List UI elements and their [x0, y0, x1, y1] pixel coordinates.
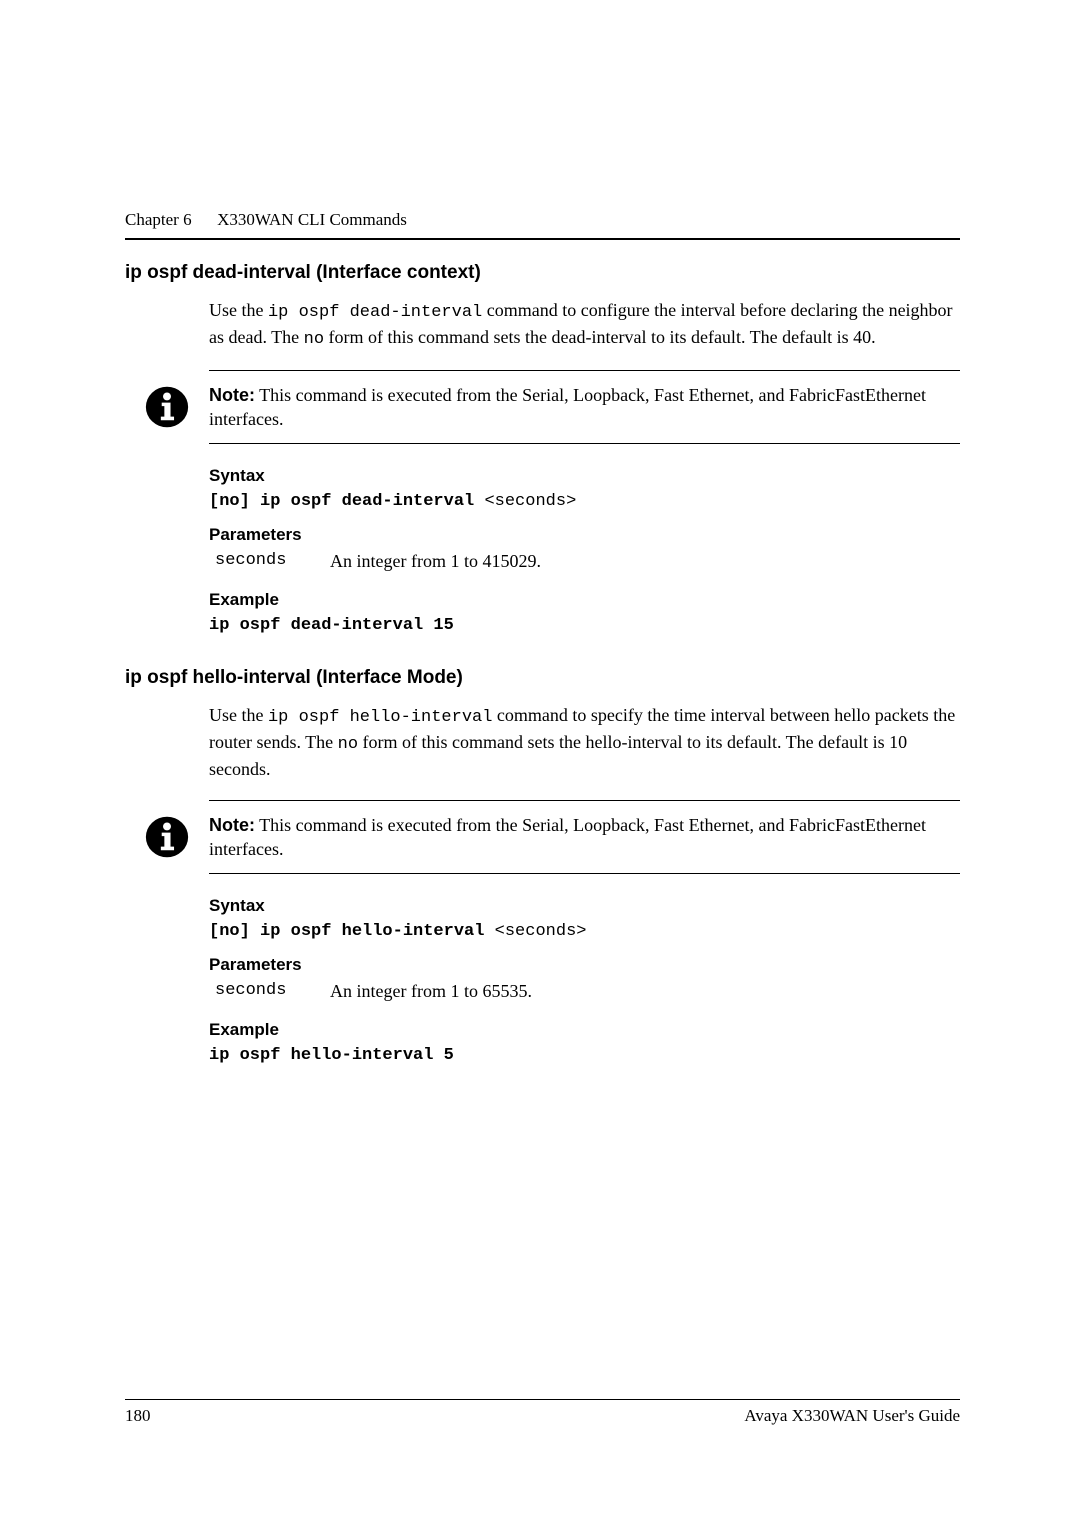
- note-body: This command is executed from the Serial…: [209, 385, 926, 429]
- intro-text: Use the: [209, 705, 268, 725]
- section-intro: Use the ip ospf hello-interval command t…: [209, 703, 960, 781]
- footer-rule: [125, 1399, 960, 1400]
- syntax-line: [no] ip ospf dead-interval <seconds>: [209, 492, 960, 511]
- syntax-arg: <seconds>: [484, 922, 586, 941]
- parameters-heading: Parameters: [209, 955, 960, 975]
- note-text: Note: This command is executed from the …: [209, 383, 960, 432]
- note-label: Note:: [209, 815, 255, 835]
- info-icon: [145, 385, 189, 429]
- parameter-desc: An integer from 1 to 65535.: [330, 981, 532, 1002]
- parameter-desc: An integer from 1 to 415029.: [330, 551, 541, 572]
- intro-code: ip ospf dead-interval: [268, 303, 482, 322]
- syntax-heading: Syntax: [209, 466, 960, 486]
- page-header: Chapter 6 X330WAN CLI Commands: [125, 210, 960, 230]
- parameters-heading: Parameters: [209, 525, 960, 545]
- intro-code-no: no: [338, 735, 358, 754]
- intro-code: ip ospf hello-interval: [268, 708, 492, 727]
- parameter-row: seconds An integer from 1 to 65535.: [209, 981, 960, 1002]
- header-rule: [125, 238, 960, 240]
- syntax-heading: Syntax: [209, 896, 960, 916]
- chapter-label: Chapter 6: [125, 210, 192, 229]
- info-icon: [145, 815, 189, 859]
- note-text: Note: This command is executed from the …: [209, 813, 960, 862]
- example-code: ip ospf dead-interval 15: [209, 616, 960, 635]
- section-title-hello-interval: ip ospf hello-interval (Interface Mode): [125, 667, 960, 689]
- note-body: This command is executed from the Serial…: [209, 815, 926, 859]
- syntax-arg: <seconds>: [474, 492, 576, 511]
- note-label: Note:: [209, 385, 255, 405]
- example-command: ip ospf hello-interval 5: [209, 1046, 454, 1065]
- intro-text: form of this command sets the dead-inter…: [324, 327, 876, 347]
- syntax-command: [no] ip ospf dead-interval: [209, 492, 474, 511]
- doc-title: Avaya X330WAN User's Guide: [744, 1406, 960, 1426]
- parameter-name: seconds: [215, 551, 330, 572]
- note-rule-bottom: [209, 873, 960, 874]
- section-intro: Use the ip ospf dead-interval command to…: [209, 298, 960, 352]
- chapter-title: X330WAN CLI Commands: [217, 210, 407, 229]
- example-code: ip ospf hello-interval 5: [209, 1046, 960, 1065]
- parameter-name: seconds: [215, 981, 330, 1002]
- page-number: 180: [125, 1406, 151, 1426]
- note-rule-bottom: [209, 443, 960, 444]
- syntax-command: [no] ip ospf hello-interval: [209, 922, 484, 941]
- example-heading: Example: [209, 1020, 960, 1040]
- example-command: ip ospf dead-interval 15: [209, 616, 454, 635]
- page-footer: 180 Avaya X330WAN User's Guide: [125, 1399, 960, 1426]
- syntax-line: [no] ip ospf hello-interval <seconds>: [209, 922, 960, 941]
- parameter-row: seconds An integer from 1 to 415029.: [209, 551, 960, 572]
- example-heading: Example: [209, 590, 960, 610]
- section-title-dead-interval: ip ospf dead-interval (Interface context…: [125, 262, 960, 284]
- intro-code-no: no: [304, 330, 324, 349]
- intro-text: Use the: [209, 300, 268, 320]
